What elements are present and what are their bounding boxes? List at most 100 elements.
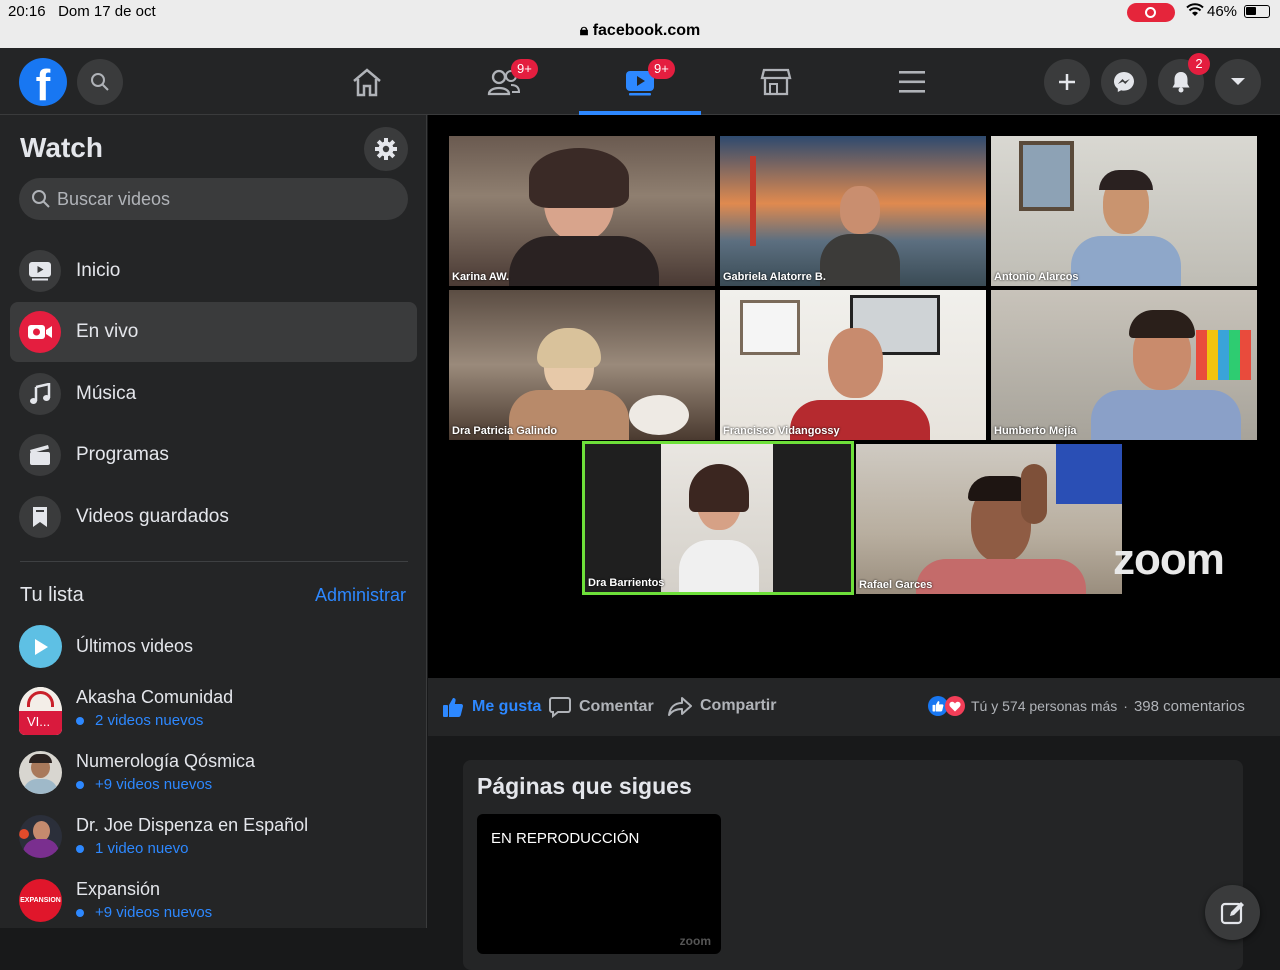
sidebar-divider [20, 561, 408, 562]
active-speaker-tile: Dra Barrientos [582, 441, 854, 595]
participant-tile: Antonio Alarcos [991, 136, 1257, 286]
ios-status-bar: 20:16 Dom 17 de oct 🔒︎ facebook.com 46% [0, 0, 1280, 48]
participant-tile: Gabriela Alatorre B. [720, 136, 986, 286]
expansion-avatar: EXPANSION [19, 879, 62, 922]
compose-button[interactable] [1205, 885, 1260, 940]
akasha-avatar: VI... [19, 687, 62, 735]
participant-tile: Francisco Vidangossy [720, 290, 986, 440]
chevron-down-icon [1231, 78, 1245, 85]
joe-dispenza-avatar [19, 815, 62, 858]
home-icon [353, 68, 381, 97]
nav-marketplace[interactable] [758, 64, 794, 100]
list-item-akasha[interactable]: VI... Akasha Comunidad 2 videos nuevos [19, 687, 419, 743]
list-item-name: Dr. Joe Dispenza en Español [76, 815, 309, 835]
video-search-input[interactable]: Buscar videos [19, 178, 408, 220]
lock-icon: 🔒︎ [579, 22, 589, 39]
bookmark-icon [19, 496, 61, 538]
reactions-text: Tú y 574 personas más [971, 698, 1118, 714]
bell-icon [1172, 72, 1190, 93]
clapper-icon [19, 434, 61, 476]
notifications-badge: 2 [1188, 53, 1210, 75]
feed-section: Páginas que sigues EN REPRODUCCIÓN zoom [428, 736, 1280, 970]
manage-link[interactable]: Administrar [315, 585, 406, 606]
list-item-joe-dispenza[interactable]: Dr. Joe Dispenza en Español 1 video nuev… [19, 815, 419, 871]
list-item-name: Numerología Qósmica [76, 751, 256, 771]
sidebar-item-label: Videos guardados [76, 506, 229, 527]
wifi-icon [1186, 3, 1204, 21]
status-time: 20:16 Dom 17 de oct [8, 3, 156, 20]
watch-settings-button[interactable] [364, 127, 408, 171]
home-video-icon [19, 250, 61, 292]
battery-icon [1244, 5, 1270, 18]
participant-name: Dra Barrientos [588, 577, 665, 589]
marketplace-icon [760, 68, 792, 96]
zoom-watermark: zoom [1113, 535, 1225, 584]
participant-tile: Karina AW. [449, 136, 715, 286]
followed-pages-card: Páginas que sigues EN REPRODUCCIÓN zoom [463, 760, 1243, 970]
zoom-watermark-small: zoom [679, 934, 711, 948]
sidebar-item-musica[interactable]: Música [10, 364, 417, 424]
compose-icon [1220, 901, 1244, 924]
create-button[interactable] [1044, 59, 1090, 105]
participant-name: Francisco Vidangossy [723, 425, 840, 437]
messenger-button[interactable] [1101, 59, 1147, 105]
participant-tile: Rafael Garces [856, 444, 1122, 594]
sidebar-item-label: Inicio [76, 260, 121, 281]
share-label: Compartir [700, 697, 777, 714]
post-action-bar: Me gusta Comentar Compartir Tú y 574 per… [428, 678, 1280, 736]
address-bar[interactable]: 🔒︎ facebook.com [0, 22, 1280, 40]
participant-name: Rafael Garces [859, 579, 933, 591]
sidebar-bottom [0, 928, 427, 960]
thumbs-up-icon [443, 698, 464, 717]
now-playing-thumbnail[interactable]: EN REPRODUCCIÓN zoom [477, 814, 721, 954]
plus-icon [1059, 74, 1075, 90]
sidebar-item-videos-guardados[interactable]: Videos guardados [10, 487, 417, 547]
list-item-latest-videos[interactable]: Últimos videos [19, 625, 419, 681]
nav-menu[interactable] [894, 64, 930, 100]
numerologia-avatar [19, 751, 62, 794]
comment-icon [549, 697, 571, 718]
menu-icon [899, 71, 925, 93]
live-video-player[interactable]: Karina AW. Gabriela Alatorre B. Antonio … [428, 115, 1280, 678]
love-reaction-icon [945, 696, 965, 716]
comment-button[interactable]: Comentar [549, 696, 654, 718]
top-navigation: f 9+ 9+ 2 [0, 48, 1280, 115]
list-item-expansion[interactable]: EXPANSION Expansión +9 videos nuevos [19, 879, 419, 935]
list-item-numerologia[interactable]: Numerología Qósmica +9 videos nuevos [19, 751, 419, 807]
comments-count[interactable]: 398 comentarios [1134, 698, 1245, 715]
list-item-name: Expansión [76, 879, 161, 899]
nav-home[interactable] [349, 64, 385, 100]
watch-badge: 9+ [648, 59, 675, 79]
section-title: Páginas que sigues [477, 773, 692, 799]
sidebar-item-label: Música [76, 383, 137, 404]
battery-percent: 46% [1207, 3, 1238, 20]
search-placeholder: Buscar videos [57, 189, 171, 209]
sidebar-item-programas[interactable]: Programas [10, 425, 417, 485]
share-icon [668, 697, 692, 716]
like-button[interactable]: Me gusta [442, 696, 541, 718]
sidebar-item-en-vivo[interactable]: En vivo [10, 302, 417, 362]
reactions-summary[interactable]: Tú y 574 personas más · 398 comentarios [928, 696, 1245, 716]
list-item-sub: +9 videos nuevos [95, 776, 213, 793]
new-indicator [76, 781, 84, 789]
messenger-icon [1114, 72, 1134, 92]
new-indicator [76, 909, 84, 917]
friends-badge: 9+ [511, 59, 538, 79]
sidebar-item-inicio[interactable]: Inicio [10, 241, 417, 301]
participant-name: Karina AW. [452, 271, 510, 283]
list-item-sub: +9 videos nuevos [95, 904, 213, 921]
participant-name: Dra Patricia Galindo [452, 425, 558, 437]
search-button[interactable] [77, 59, 123, 105]
gear-icon [375, 138, 397, 160]
participant-tile: Dra Patricia Galindo [449, 290, 715, 440]
participant-name: Gabriela Alatorre B. [723, 271, 826, 283]
list-item-sub: 1 video nuevo [95, 840, 189, 857]
screen-recording-indicator[interactable] [1127, 3, 1175, 22]
facebook-logo-icon[interactable]: f [19, 58, 67, 106]
list-item-name: Últimos videos [76, 636, 194, 656]
new-indicator [76, 717, 84, 725]
account-menu-button[interactable] [1215, 59, 1261, 105]
new-indicator [76, 845, 84, 853]
share-button[interactable]: Compartir [668, 696, 776, 716]
url-text: facebook.com [592, 22, 701, 39]
